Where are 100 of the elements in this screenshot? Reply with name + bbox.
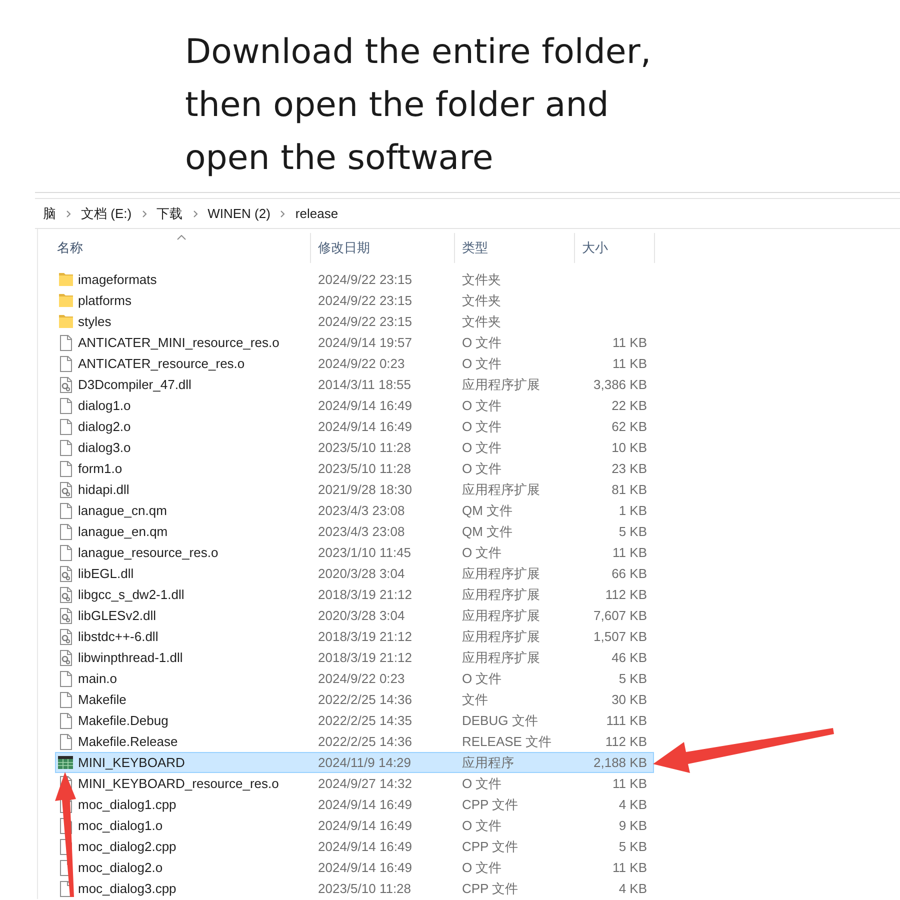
file-name: MINI_KEYBOARD_resource_res.o [78,776,279,791]
file-name: ANTICATER_resource_res.o [78,356,245,371]
file-name: ANTICATER_MINI_resource_res.o [78,335,280,350]
document-gear-icon [60,482,72,498]
document-gear-icon [60,650,72,666]
file-row[interactable]: libstdc++-6.dll 2018/3/19 21:12 应用程序扩展 1,507 KB [55,626,654,647]
file-type: 应用程序扩展 [461,586,541,604]
file-row[interactable]: lanague_en.qm 2023/4/3 23:08 QM 文件 5 KB [55,521,654,542]
file-name: moc_dialog2.cpp [78,839,176,854]
file-row[interactable]: ANTICATER_MINI_resource_res.o 2024/9/14 19:57 O 文件 11 KB [55,332,654,353]
file-row[interactable]: main.o 2024/9/22 0:23 O 文件 5 KB [55,668,654,689]
modified-date: 2021/9/28 18:30 [317,482,413,497]
file-row[interactable]: libGLESv2.dll 2020/3/28 3:04 应用程序扩展 7,607 KB [55,605,654,626]
file-type: O 文件 [461,858,503,876]
file-size: 46 KB [610,650,648,665]
modified-date: 2020/3/28 3:04 [317,566,406,581]
file-row[interactable]: lanague_cn.qm 2023/4/3 23:08 QM 文件 1 KB [55,500,654,521]
file-size: 111 KB [605,713,648,728]
file-row[interactable]: styles 2024/9/22 23:15 文件夹 [55,311,654,332]
file-row[interactable]: lanague_resource_res.o 2023/1/10 11:45 O 文件 11 KB [55,542,654,563]
file-row[interactable]: libwinpthread-1.dll 2018/3/19 21:12 应用程序扩展 46 KB [55,647,654,668]
breadcrumb-item[interactable]: 脑 [43,204,56,222]
chevron-icon [280,210,286,218]
file-type: CPP 文件 [461,838,520,856]
document-icon [60,712,72,728]
file-size: 11 KB [612,860,648,875]
modified-date: 2024/9/22 0:23 [317,671,406,686]
document-icon [60,460,72,476]
file-type: O 文件 [461,354,503,372]
file-name: MINI_KEYBOARD [78,755,185,770]
file-type: 文件夹 [461,270,502,288]
file-size: 11 KB [612,356,648,371]
file-name: D3Dcompiler_47.dll [78,377,192,392]
column-header[interactable]: 名称 [55,233,311,263]
file-type: CPP 文件 [461,880,520,898]
file-type: 应用程序 [461,754,515,772]
file-size: 4 KB [618,797,648,812]
file-size: 11 KB [612,776,648,791]
modified-date: 2024/9/22 23:15 [317,314,413,329]
document-icon [60,418,72,434]
file-row[interactable]: MINI_KEYBOARD 2024/11/9 14:29 应用程序 2,188 KB [55,752,654,773]
sort-caret-icon [177,235,186,240]
document-icon [60,544,72,560]
file-row[interactable]: ANTICATER_resource_res.o 2024/9/22 0:23 O 文件 11 KB [55,353,654,374]
file-type: O 文件 [461,670,503,688]
file-row[interactable]: dialog2.o 2024/9/14 16:49 O 文件 62 KB [55,416,654,437]
file-row[interactable]: Makefile 2022/2/25 14:36 文件 30 KB [55,689,654,710]
file-size: 11 KB [612,545,648,560]
file-name: Makefile.Debug [78,713,168,728]
modified-date: 2024/9/14 16:49 [317,398,413,413]
instruction-text: Download the entire folder, then open the folder and open the software [185,31,652,180]
file-row[interactable]: Makefile.Debug 2022/2/25 14:35 DEBUG 文件 111 KB [55,710,654,731]
document-icon [60,734,72,750]
modified-date: 2024/9/14 16:49 [317,860,413,875]
file-name: moc_dialog2.o [78,860,163,875]
file-row[interactable]: libgcc_s_dw2-1.dll 2018/3/19 21:12 应用程序扩展 112 KB [55,584,654,605]
modified-date: 2024/9/14 16:49 [317,839,413,854]
modified-date: 2018/3/19 21:12 [317,629,413,644]
modified-date: 2023/1/10 11:45 [317,545,412,560]
modified-date: 2024/9/14 16:49 [317,797,413,812]
file-type: O 文件 [461,460,503,478]
breadcrumb-item[interactable]: release [295,206,338,221]
file-row[interactable]: form1.o 2023/5/10 11:28 O 文件 23 KB [55,458,654,479]
document-gear-icon [60,608,72,624]
breadcrumb-item[interactable]: 文档 (E:) [81,204,132,222]
file-name: lanague_en.qm [78,524,168,539]
file-size: 7,607 KB [592,608,648,623]
file-name: moc_dialog3.cpp [78,881,176,896]
document-icon [60,398,72,414]
file-type: O 文件 [461,438,503,456]
modified-date: 2023/5/10 11:28 [317,461,412,476]
file-row[interactable]: imageformats 2024/9/22 23:15 文件夹 [55,269,654,290]
breadcrumb-item[interactable]: 下载 [156,204,183,222]
file-size: 5 KB [618,671,648,686]
file-row[interactable]: hidapi.dll 2021/9/28 18:30 应用程序扩展 81 KB [55,479,654,500]
file-size: 2,188 KB [592,755,648,770]
file-row[interactable]: platforms 2024/9/22 23:15 文件夹 [55,290,654,311]
modified-date: 2022/2/25 14:35 [317,713,413,728]
modified-date: 2018/3/19 21:12 [317,650,413,665]
file-type: CPP 文件 [461,796,520,814]
file-row[interactable]: Makefile.Release 2022/2/25 14:36 RELEASE 文件 112 KB [55,731,654,752]
document-icon [60,502,72,518]
file-size: 81 KB [610,482,648,497]
file-size: 9 KB [618,818,648,833]
column-header[interactable]: 类型 [455,233,575,263]
file-size: 23 KB [610,461,648,476]
column-header[interactable]: 大小 [575,233,655,263]
file-size: 3,386 KB [592,377,648,392]
file-row[interactable]: dialog3.o 2023/5/10 11:28 O 文件 10 KB [55,437,654,458]
breadcrumb-item[interactable]: WINEN (2) [208,206,270,221]
file-row[interactable]: libEGL.dll 2020/3/28 3:04 应用程序扩展 66 KB [55,563,654,584]
chevron-icon [66,210,71,218]
file-row[interactable]: D3Dcompiler_47.dll 2014/3/11 18:55 应用程序扩展 3,386 KB [55,374,654,395]
file-row[interactable]: dialog1.o 2024/9/14 16:49 O 文件 22 KB [55,395,654,416]
file-type: O 文件 [461,816,503,834]
file-size: 1,507 KB [592,629,648,644]
file-size: 11 KB [612,335,648,350]
column-header[interactable]: 修改日期 [311,233,455,263]
file-name: libGLESv2.dll [78,608,156,623]
modified-date: 2018/3/19 21:12 [317,587,413,602]
